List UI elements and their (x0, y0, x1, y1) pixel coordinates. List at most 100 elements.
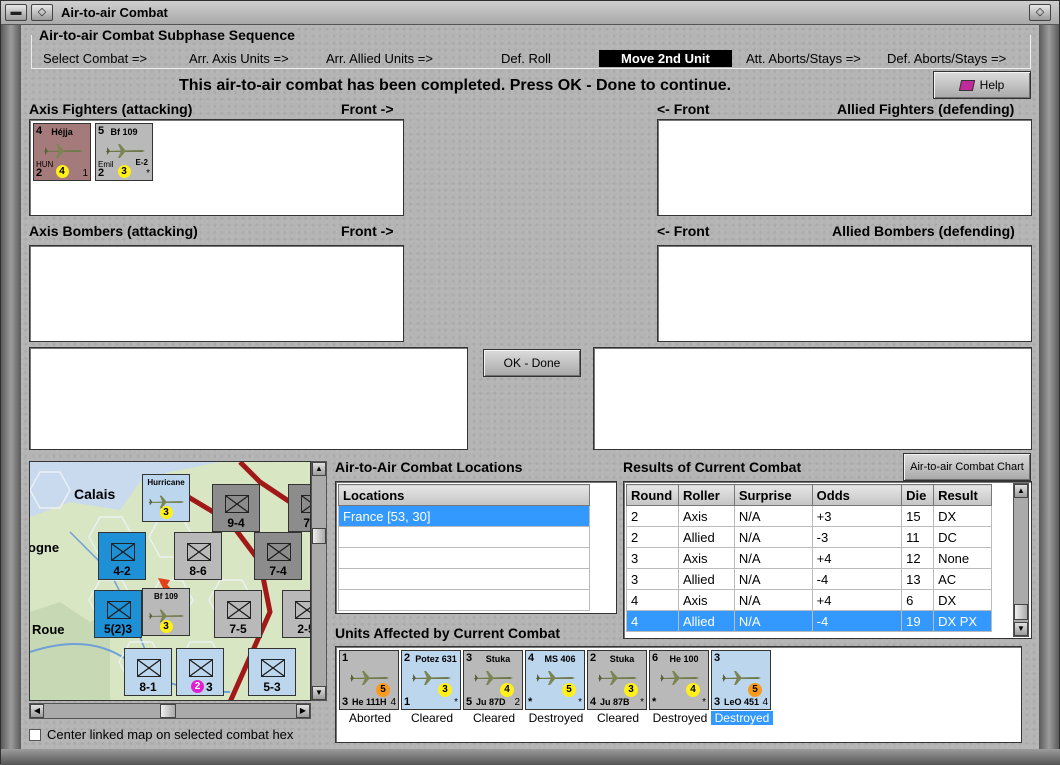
results-header-surprise[interactable]: Surprise (733, 484, 813, 506)
results-header-roller[interactable]: Roller (677, 484, 735, 506)
counter-bottom-right: 4 (762, 697, 768, 708)
location-cell (338, 568, 590, 590)
affected-unit-counter[interactable]: 2 Stuka Ju 87B 4 3 * (587, 650, 647, 710)
allied-bombers-panel[interactable] (657, 245, 1032, 342)
map-air-counter[interactable]: Hurricane 3 (142, 474, 190, 522)
location-row[interactable] (338, 526, 590, 548)
result-cell-surprise: N/A (733, 526, 813, 548)
help-button[interactable]: Help (933, 71, 1031, 99)
locations-list[interactable]: Locations France [53, 30] (335, 481, 617, 614)
map-unit-strength: 9-4 (227, 516, 245, 530)
map-air-counter[interactable]: Bf 109 3 (142, 588, 190, 636)
frame-right (1039, 25, 1059, 765)
axis-info-panel (29, 347, 468, 450)
affected-unit-counter[interactable]: 3 LeO 451 3 5 4 (711, 650, 771, 710)
affected-unit-counter[interactable]: 3 Stuka Ju 87D 5 4 2 (463, 650, 523, 710)
location-row[interactable] (338, 547, 590, 569)
affected-unit-caption: Cleared (596, 711, 640, 725)
axis-fighter-counter[interactable]: 5 Bf 109 E-2 Emil 2 3 * (95, 123, 153, 181)
map-horizontal-scrollbar[interactable]: ◀ ▶ (29, 703, 311, 719)
map-unit-counter[interactable]: 5(2)3 (94, 590, 142, 638)
map-label-calais: Calais (74, 486, 116, 502)
center-map-checkbox[interactable] (29, 729, 41, 741)
axis-fighters-panel[interactable]: 4 Héjja HUN 2 4 1 5 Bf 109 E-2 Emil 2 3 * (29, 119, 404, 216)
result-cell-die: 13 (901, 568, 935, 590)
result-cell-round: 2 (626, 505, 679, 527)
allied-fighters-panel[interactable] (657, 119, 1032, 216)
map-unit-counter[interactable]: 7-5 (214, 590, 262, 638)
title-bar[interactable]: ▬ ◇ Air-to-air Combat ◇ (1, 1, 1059, 25)
result-cell-odds: +3 (811, 505, 903, 527)
linked-map[interactable]: Calais ogne Roue 4-2 8-6 7-4 9-4 7-4 5(2)3 7-5… (29, 461, 311, 701)
affected-unit-counter[interactable]: 1 He 111H 3 5 4 (339, 650, 399, 710)
location-row[interactable] (338, 568, 590, 590)
close-icon[interactable]: ◇ (1029, 4, 1051, 21)
results-header-round[interactable]: Round (626, 484, 679, 506)
counter-top-left: 2 (590, 652, 597, 664)
location-row[interactable]: France [53, 30] (338, 505, 590, 527)
map-scroll-down-icon[interactable]: ▼ (312, 686, 326, 700)
map-unit-strength: 2-5 (297, 622, 310, 636)
map-unit-top-value: 2 (191, 680, 204, 693)
map-scroll-up-icon[interactable]: ▲ (312, 462, 326, 476)
map-air-range: 3 (143, 620, 189, 633)
result-row[interactable]: 4 Axis N/A +4 6 DX (626, 589, 992, 611)
result-cell-surprise: N/A (733, 610, 813, 632)
map-unit-counter[interactable]: 7-4 (288, 484, 310, 532)
counter-bottom-left: 3 (342, 696, 349, 708)
affected-unit-counter[interactable]: 4 MS 406 * 5 * (525, 650, 585, 710)
results-header-result[interactable]: Result (933, 484, 992, 506)
map-unit-strength: 7-4 (269, 564, 287, 578)
combat-chart-button[interactable]: Air-to-air Combat Chart (903, 453, 1031, 481)
map-unit-counter[interactable]: 4-2 (98, 532, 146, 580)
result-row[interactable]: 2 Allied N/A -3 11 DC (626, 526, 992, 548)
axis-fighter-counter[interactable]: 4 Héjja HUN 2 4 1 (33, 123, 91, 181)
affected-unit-counter[interactable]: 6 He 100 * 4 * (649, 650, 709, 710)
results-scroll-up-icon[interactable]: ▲ (1014, 484, 1028, 498)
result-cell-roller: Axis (677, 505, 735, 527)
unit-symbol-icon (267, 543, 291, 561)
subphase-step-0: Select Combat => (43, 51, 148, 66)
results-header-odds[interactable]: Odds (811, 484, 903, 506)
results-title: Results of Current Combat (623, 459, 802, 475)
map-unit-counter[interactable]: 9-4 (212, 484, 260, 532)
allied-info-panel (593, 347, 1032, 450)
result-row[interactable]: 2 Axis N/A +3 15 DX (626, 505, 992, 527)
results-header-die[interactable]: Die (901, 484, 935, 506)
map-unit-strength: 5(2)3 (103, 622, 132, 636)
affected-unit-counter[interactable]: 2 Potez 631 1 3 * (401, 650, 461, 710)
restore-icon[interactable]: ◇ (31, 4, 53, 21)
results-scrollbar[interactable]: ▲ ▼ (1013, 483, 1029, 637)
map-scroll-left-icon[interactable]: ◀ (30, 704, 44, 718)
counter-bottom-left: 4 (590, 696, 597, 708)
axis-bombers-panel[interactable] (29, 245, 404, 342)
results-scroll-thumb[interactable] (1014, 604, 1028, 620)
map-vscroll-thumb[interactable] (312, 528, 326, 544)
results-scroll-down-icon[interactable]: ▼ (1014, 622, 1028, 636)
ok-done-button[interactable]: OK - Done (483, 349, 581, 377)
result-row[interactable]: 4 Allied N/A -4 19 DX PX (626, 610, 992, 632)
map-unit-counter[interactable]: 2-5 (282, 590, 310, 638)
location-row[interactable] (338, 589, 590, 611)
map-unit-counter[interactable]: 7-4 (254, 532, 302, 580)
map-unit-counter[interactable]: 8-6 (174, 532, 222, 580)
affected-units-panel[interactable]: 1 He 111H 3 5 4 Aborted 2 Potez 631 1 3 * Cleared 3 S… (335, 646, 1022, 743)
map-unit-counter[interactable]: 8-1 (124, 648, 172, 696)
map-vertical-scrollbar[interactable]: ▲ ▼ (311, 461, 327, 701)
system-menu-icon[interactable]: ▬ (5, 4, 27, 21)
counter-type: Ju 87B (600, 697, 630, 707)
result-cell-odds: +4 (811, 547, 903, 569)
map-unit-counter[interactable]: 23 (176, 648, 224, 696)
result-cell-roller: Allied (677, 610, 735, 632)
result-cell-surprise: N/A (733, 547, 813, 569)
result-row[interactable]: 3 Axis N/A +4 12 None (626, 547, 992, 569)
locations-table: Locations France [53, 30] (338, 484, 590, 611)
map-hscroll-thumb[interactable] (160, 704, 176, 718)
result-cell-roller: Allied (677, 568, 735, 590)
counter-name: He 100 (669, 654, 699, 664)
map-scroll-right-icon[interactable]: ▶ (296, 704, 310, 718)
result-row[interactable]: 3 Allied N/A -4 13 AC (626, 568, 992, 590)
results-list[interactable]: Round Roller Surprise Odds Die Result 2 Axis N/A… (623, 481, 1032, 639)
result-cell-result: DX (933, 589, 992, 611)
map-unit-counter[interactable]: 5-3 (248, 648, 296, 696)
